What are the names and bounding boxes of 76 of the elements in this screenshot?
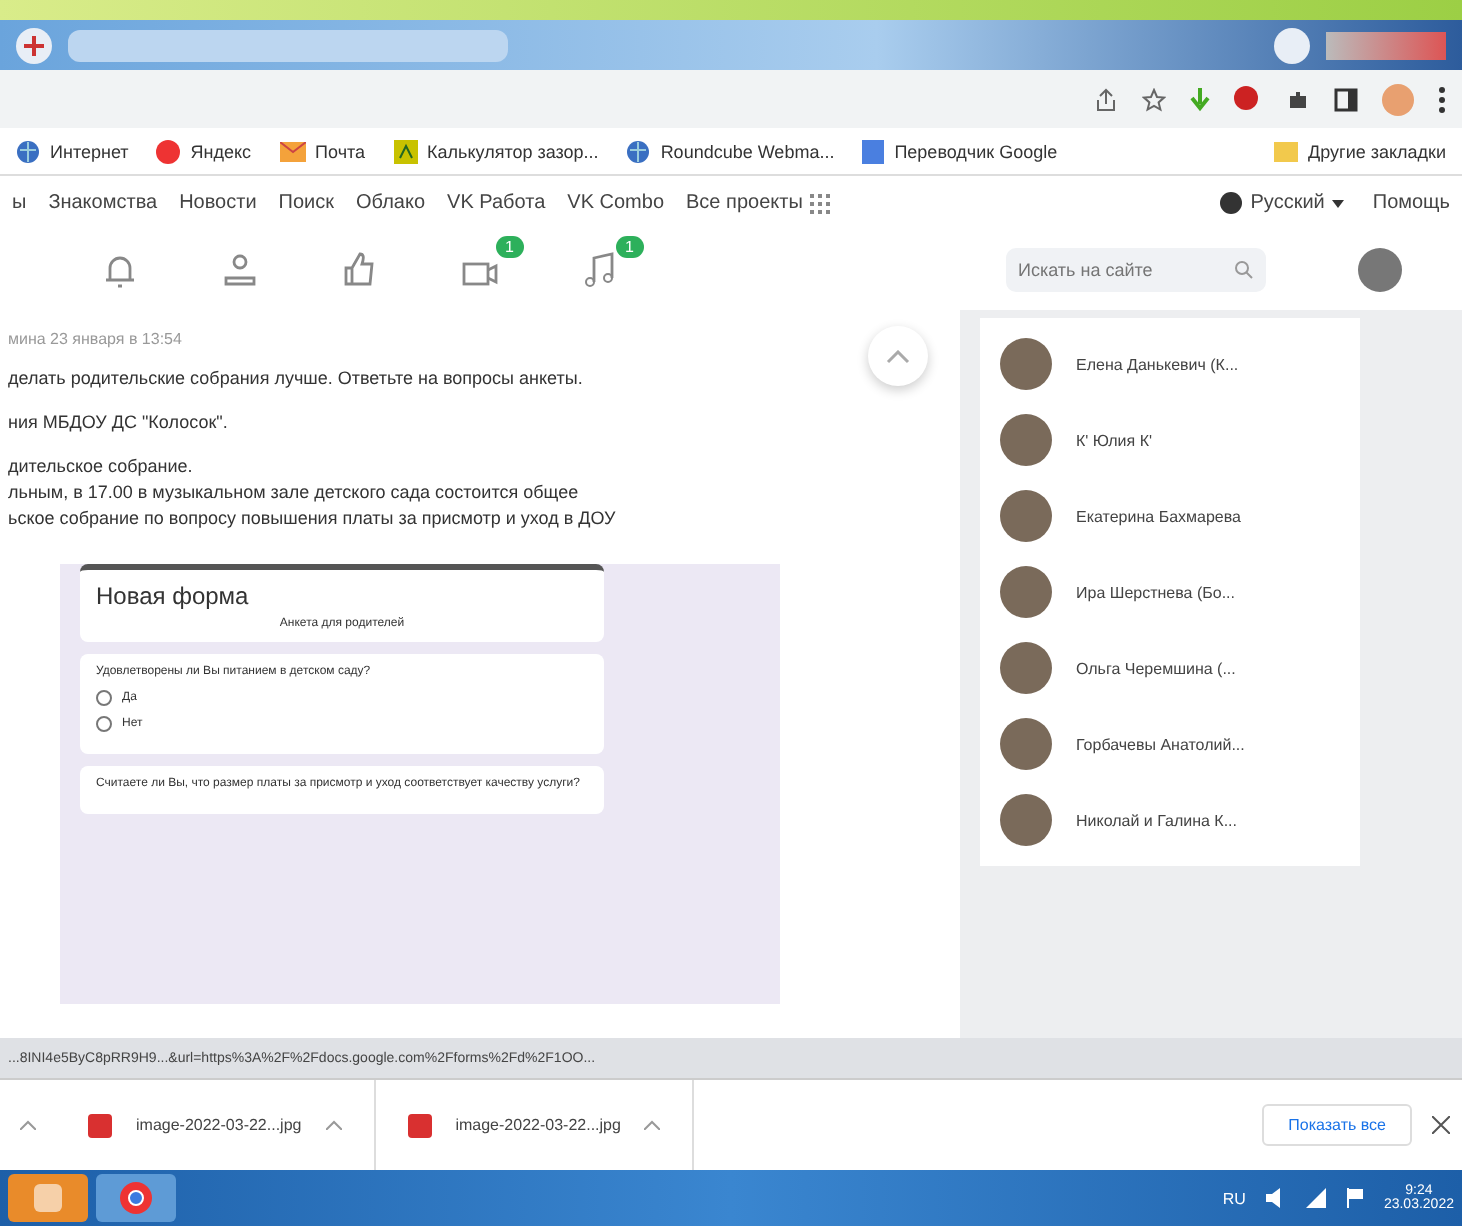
notification-badge: 1 — [495, 236, 524, 258]
caret-icon — [1332, 199, 1345, 207]
download-arrow-icon — [1190, 87, 1210, 111]
nav-link[interactable]: Новости — [179, 192, 257, 214]
post-text: дительское собрание. — [8, 456, 195, 476]
image-file-icon — [88, 1113, 112, 1137]
friend-name[interactable]: Николай и Галина К... — [1076, 811, 1237, 829]
flag-icon — [1345, 1188, 1364, 1208]
nav-link[interactable]: Знакомства — [48, 192, 158, 214]
friend-name[interactable]: Екатерина Бахмарева — [1076, 507, 1241, 525]
friend-name[interactable]: Ольга Черемшина (... — [1076, 659, 1236, 677]
more-icon — [1438, 85, 1446, 113]
radio-button[interactable] — [96, 690, 112, 706]
signal-icon — [1305, 1188, 1326, 1208]
nav-link[interactable]: ы — [12, 192, 27, 214]
nav-link[interactable]: Облако — [356, 192, 426, 214]
star-icon — [1142, 87, 1166, 111]
avatar[interactable] — [1000, 642, 1052, 694]
post-text: ьское собрание по вопросу повышения платы за присмотр и уход в ДОУ — [8, 508, 618, 528]
app-icon — [34, 1184, 62, 1212]
folder-icon — [1274, 141, 1299, 161]
post-text: льным, в 17.00 в музыкальном зале детского сада состоится общее — [8, 482, 581, 502]
new-tab-button[interactable] — [16, 27, 52, 63]
language-indicator[interactable]: RU — [1222, 1189, 1246, 1207]
close-icon — [1432, 1116, 1450, 1134]
avatar[interactable] — [1000, 490, 1052, 542]
nav-link[interactable]: Поиск — [278, 192, 335, 214]
taskbar-app[interactable] — [96, 1174, 176, 1222]
form-title: Новая форма — [96, 582, 251, 610]
window-controls[interactable] — [1326, 31, 1446, 59]
calculator-icon — [393, 139, 418, 163]
image-file-icon — [407, 1113, 432, 1137]
avatar[interactable] — [1000, 338, 1052, 390]
bookmark[interactable]: Почта — [279, 141, 366, 161]
speaker-icon — [1265, 1188, 1286, 1208]
notification-badge: 1 — [615, 236, 644, 258]
sidebar-icon — [1334, 87, 1358, 111]
language-selector[interactable]: Русский — [1220, 192, 1345, 214]
nav-link[interactable]: Все проекты — [686, 192, 831, 214]
friend-name[interactable]: Елена Данькевич (К... — [1076, 355, 1239, 373]
avatar[interactable] — [1000, 566, 1052, 618]
avatar[interactable] — [1000, 794, 1052, 846]
envelope-icon — [279, 141, 306, 161]
nav-link[interactable]: VK Combo — [567, 192, 665, 214]
caret-up-icon — [644, 1120, 661, 1130]
toolbar-button[interactable] — [220, 250, 260, 290]
other-bookmarks[interactable]: Другие закладки — [1274, 141, 1446, 161]
caret-up-icon — [325, 1120, 342, 1130]
friend-name[interactable]: К' Юлия К' — [1076, 431, 1153, 449]
radio-button[interactable] — [96, 716, 112, 732]
bookmark[interactable]: Яндекс — [156, 139, 252, 163]
avatar[interactable] — [1358, 248, 1402, 292]
avatar[interactable] — [1000, 718, 1052, 770]
tab-search-button[interactable] — [1274, 27, 1310, 63]
chevron-up-icon — [886, 349, 910, 363]
bookmark[interactable]: Roundcube Webma... — [626, 139, 835, 163]
bookmark[interactable]: Переводчик Google — [862, 139, 1058, 163]
bookmark[interactable]: Калькулятор зазор... — [393, 139, 599, 163]
search-field[interactable]: Искать на сайте — [1006, 248, 1266, 292]
caret-up-icon — [20, 1120, 36, 1130]
help-link[interactable]: Помощь — [1372, 192, 1450, 214]
avatar[interactable] — [1000, 414, 1052, 466]
people-icon — [220, 250, 260, 290]
post-text: ния МБДОУ ДС "Колосок". — [8, 412, 230, 432]
grid-icon — [810, 193, 831, 213]
share-icon — [1094, 87, 1118, 111]
document-icon — [862, 139, 885, 163]
plus-icon — [24, 35, 44, 55]
nav-link[interactable]: VK Работа — [447, 192, 546, 214]
post-date: мина 23 января в 13:54 — [8, 330, 184, 348]
friend-name[interactable]: Ира Шерстнева (Бо... — [1076, 583, 1235, 601]
friend-name[interactable]: Горбачевы Анатолий... — [1076, 735, 1245, 753]
bookmark[interactable]: Интернет — [16, 139, 129, 163]
post-text: делать родительские собрания лучше. Ответьте на вопросы анкеты. — [8, 368, 585, 388]
show-all-button[interactable]: Показать все — [1262, 1104, 1412, 1146]
avatar-icon — [1382, 83, 1414, 115]
